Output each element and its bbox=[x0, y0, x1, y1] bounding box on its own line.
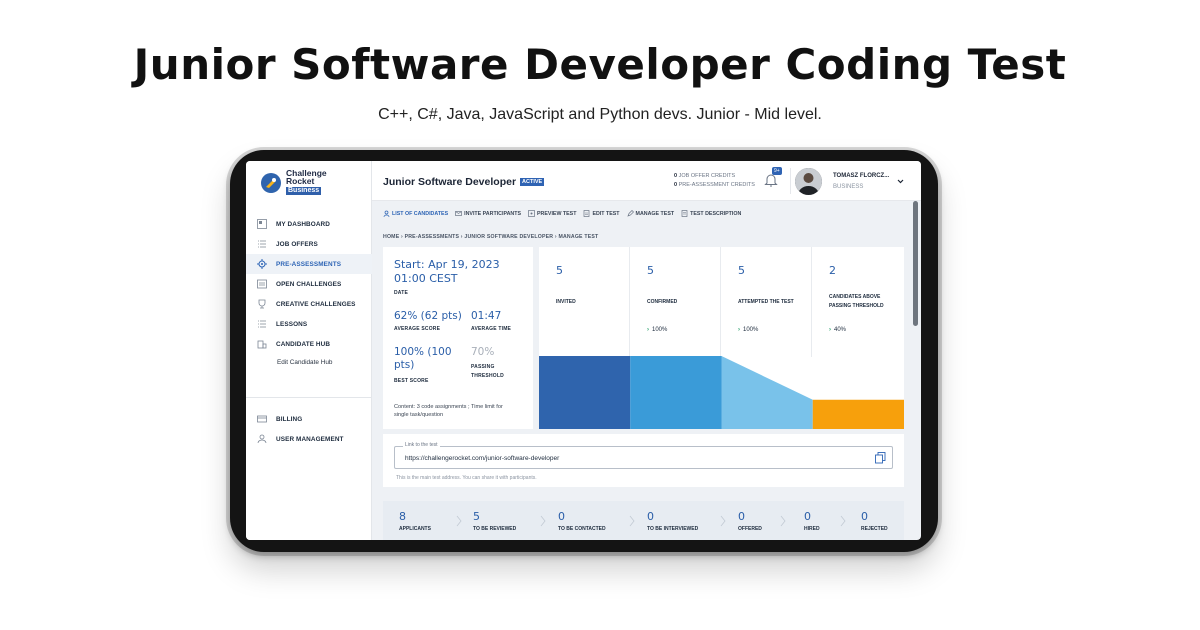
average-time-label: AVERAGE TIME bbox=[471, 326, 512, 332]
edit-icon bbox=[584, 210, 590, 217]
tab-test-description[interactable]: TEST DESCRIPTION bbox=[681, 210, 741, 217]
top-bar: Junior Software Developer ACTIVE 0 JOB OF… bbox=[372, 161, 921, 201]
passing-threshold-value: 70% bbox=[471, 346, 495, 358]
average-time-value: 01:47 bbox=[471, 310, 502, 322]
content-note: Content: 3 code assignments ; Time limit… bbox=[394, 404, 503, 418]
sidebar-item-open-challenges[interactable]: OPEN CHALLENGES bbox=[246, 274, 372, 294]
sidebar-item-job-offers[interactable]: JOB OFFERS bbox=[246, 234, 372, 254]
logo-text: Challenge Rocket Business bbox=[286, 168, 327, 195]
logo[interactable]: Challenge Rocket Business bbox=[260, 168, 340, 198]
mail-icon bbox=[455, 211, 462, 216]
page-subtitle: C++, C#, Java, JavaScript and Python dev… bbox=[378, 106, 822, 123]
test-link-value[interactable]: https://challengerocket.com/junior-softw… bbox=[405, 455, 559, 462]
pipeline-rejected[interactable]: 0 REJECTED bbox=[861, 511, 888, 533]
candidate-pipeline: 8 APPLICANTS 5 TO BE REVIEWED 0 TO BE CO… bbox=[383, 501, 904, 540]
pencil-icon bbox=[626, 210, 634, 217]
topbar-divider bbox=[790, 168, 791, 194]
tab-manage-test[interactable]: MANAGE TEST bbox=[626, 210, 674, 217]
average-score-value: 62% (62 pts) bbox=[394, 310, 462, 322]
test-link-legend: Link to the test bbox=[403, 442, 440, 448]
test-tabs: LIST OF CANDIDATES INVITE PARTICIPANTS P… bbox=[383, 210, 741, 217]
chevron-down-icon[interactable] bbox=[897, 178, 904, 185]
sidebar-bottom-nav: BILLING USER MANAGEMENT bbox=[246, 409, 372, 449]
user-role: BUSINESS bbox=[833, 184, 864, 190]
card-icon bbox=[257, 415, 267, 423]
tab-invite-participants[interactable]: INVITE PARTICIPANTS bbox=[455, 210, 521, 217]
pipeline-to-be-interviewed[interactable]: 0 TO BE INTERVIEWED bbox=[647, 511, 698, 533]
list-icon bbox=[258, 240, 266, 248]
funnel-card: 5 INVITED 5 CONFIRMED › 100% 5 ATTEMPTED … bbox=[539, 247, 904, 429]
test-title: Junior Software Developer ACTIVE bbox=[383, 176, 545, 188]
best-score-value: 100% (100 pts) bbox=[394, 346, 452, 371]
app-screen: Challenge Rocket Business MY DASHBOARD J… bbox=[246, 161, 921, 540]
funnel-segment bbox=[721, 356, 813, 429]
list-icon bbox=[257, 279, 267, 289]
funnel-segment bbox=[630, 356, 722, 429]
sidebar-item-user-management[interactable]: USER MANAGEMENT bbox=[246, 429, 372, 449]
chevron-right-icon bbox=[629, 515, 635, 527]
user-name[interactable]: TOMASZ FLORCZ... bbox=[833, 173, 889, 179]
status-badge: ACTIVE bbox=[520, 178, 545, 186]
people-icon bbox=[383, 210, 390, 217]
user-icon bbox=[257, 434, 267, 444]
pipeline-to-be-contacted[interactable]: 0 TO BE CONTACTED bbox=[558, 511, 606, 533]
best-score-label: BEST SCORE bbox=[394, 378, 429, 384]
start-date: Start: Apr 19, 2023 01:00 CEST bbox=[394, 258, 500, 285]
page-title: Junior Software Developer Coding Test bbox=[133, 40, 1067, 89]
date-label: DATE bbox=[394, 290, 409, 296]
pipeline-hired[interactable]: 0 HIRED bbox=[804, 511, 820, 533]
sidebar-divider bbox=[246, 397, 372, 398]
document-icon bbox=[681, 210, 688, 217]
scrollbar[interactable] bbox=[913, 201, 918, 326]
rocket-logo-icon bbox=[261, 173, 281, 193]
chevron-right-icon bbox=[720, 515, 726, 527]
test-link-field[interactable]: https://challengerocket.com/junior-softw… bbox=[394, 446, 893, 469]
chevron-right-icon bbox=[456, 515, 462, 527]
test-summary-card: Start: Apr 19, 2023 01:00 CEST DATE 62% … bbox=[383, 247, 533, 429]
pipeline-to-be-reviewed[interactable]: 5 TO BE REVIEWED bbox=[473, 511, 516, 533]
avatar[interactable] bbox=[795, 168, 822, 195]
sidebar-item-lessons[interactable]: LESSONS bbox=[246, 314, 372, 334]
pipeline-applicants[interactable]: 8 APPLICANTS bbox=[399, 511, 431, 533]
sidebar-nav: MY DASHBOARD JOB OFFERS PRE-ASSESSMENTS … bbox=[246, 214, 372, 370]
funnel-segment bbox=[812, 399, 904, 429]
pipeline-offered[interactable]: 0 OFFERED bbox=[738, 511, 762, 533]
sidebar-subitem-edit-candidate-hub[interactable]: Edit Candidate Hub bbox=[246, 354, 372, 370]
eye-icon bbox=[528, 210, 535, 217]
sidebar-item-my-dashboard[interactable]: MY DASHBOARD bbox=[246, 214, 372, 234]
sidebar-item-billing[interactable]: BILLING bbox=[246, 409, 372, 429]
tab-preview-test[interactable]: PREVIEW TEST bbox=[528, 210, 576, 217]
funnel-chart bbox=[539, 356, 904, 429]
sidebar-item-pre-assessments[interactable]: PRE-ASSESSMENTS bbox=[246, 254, 372, 274]
test-link-card: https://challengerocket.com/junior-softw… bbox=[383, 434, 904, 487]
dashboard-icon bbox=[257, 219, 267, 229]
funnel-segment bbox=[539, 356, 631, 429]
copy-icon[interactable] bbox=[875, 452, 886, 464]
credits-info: 0 JOB OFFER CREDITS 0 PRE-ASSESSMENT CRE… bbox=[674, 173, 755, 188]
avatar-photo bbox=[795, 168, 822, 195]
chevron-right-icon bbox=[540, 515, 546, 527]
sidebar: Challenge Rocket Business MY DASHBOARD J… bbox=[246, 161, 372, 540]
list-icon bbox=[258, 320, 266, 328]
gear-icon bbox=[257, 259, 267, 269]
chevron-right-icon bbox=[780, 515, 786, 527]
trophy-icon bbox=[258, 299, 266, 309]
test-link-help: This is the main test address. You can s… bbox=[396, 475, 537, 481]
breadcrumb[interactable]: HOME › PRE-ASSESSMENTS › JUNIOR SOFTWARE… bbox=[383, 234, 598, 240]
tab-edit-test[interactable]: EDIT TEST bbox=[583, 210, 620, 217]
sidebar-item-candidate-hub[interactable]: CANDIDATE HUB bbox=[246, 334, 372, 354]
notification-badge: 9+ bbox=[772, 167, 782, 175]
tab-list-of-candidates[interactable]: LIST OF CANDIDATES bbox=[383, 210, 448, 217]
sidebar-item-creative-challenges[interactable]: CREATIVE CHALLENGES bbox=[246, 294, 372, 314]
passing-threshold-label: PASSING THRESHOLD bbox=[471, 364, 504, 379]
chevron-right-icon bbox=[840, 515, 846, 527]
average-score-label: AVERAGE SCORE bbox=[394, 326, 441, 332]
building-icon bbox=[257, 340, 267, 349]
